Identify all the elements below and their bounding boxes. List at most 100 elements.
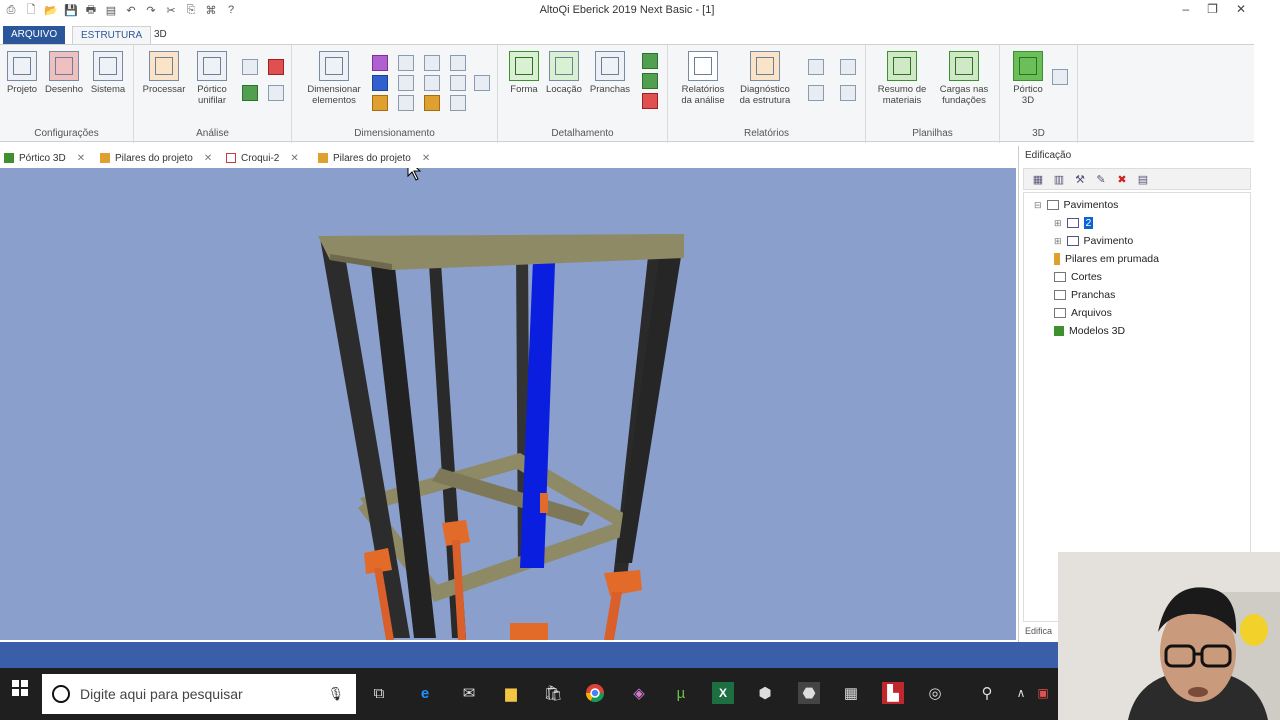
graph-icon[interactable] [242,85,258,101]
tree-icon[interactable] [840,85,856,101]
tray-app-icon[interactable]: ▣ [1032,682,1054,704]
portico-unifilar-icon [197,51,227,81]
wall-icon[interactable] [398,95,414,111]
people-icon[interactable]: ⚲ [976,682,998,704]
excel-icon[interactable]: X [712,682,734,704]
group-label: Planilhas [912,128,953,139]
pdf-icon[interactable]: ▙ [882,682,904,704]
file-explorer-icon[interactable]: ▆ [500,682,522,704]
wrench-icon[interactable]: ⚒ [1072,171,1088,187]
tab-portico-3d[interactable]: Pórtico 3D ✕ [4,149,85,167]
calculator-icon[interactable]: ▦ [840,682,862,704]
dimensionar-button[interactable]: Dimensionar elementos [306,51,362,106]
projeto-button[interactable]: Projeto [0,51,44,95]
tab-pilares-1[interactable]: Pilares do projeto ✕ [100,149,212,167]
tab-3d[interactable]: 3D [146,26,175,45]
close-tab-icon[interactable]: ✕ [77,153,85,164]
delete-icon[interactable]: ✖ [1114,171,1130,187]
processar-button[interactable]: Processar [142,51,186,95]
tab-pilares-2[interactable]: Pilares do projeto ✕ [318,149,430,167]
report-small-icon[interactable] [808,59,824,75]
export-icon[interactable] [840,59,856,75]
close-tab-icon[interactable]: ✕ [290,153,298,164]
close-tab-icon[interactable]: ✕ [204,153,212,164]
link-icon[interactable] [424,55,440,71]
panel-toolbar: ▦ ▥ ⚒ ✎ ✖ ▤ [1023,168,1251,190]
windows-taskbar: Digite aqui para pesquisar 🎙 ⧉ e ✉ ▆ 🛍 ◈… [0,668,1058,720]
report-icon[interactable] [268,85,284,101]
table-small-icon[interactable] [808,85,824,101]
taskbar-search[interactable]: Digite aqui para pesquisar 🎙 [42,674,356,714]
sistema-button[interactable]: Sistema [86,51,130,95]
tree-modelos-3d[interactable]: Modelos 3D [1054,323,1125,339]
mail-icon[interactable]: ✉ [458,682,480,704]
tab-estrutura[interactable]: ESTRUTURA [72,26,152,45]
expand-icon[interactable]: ⊞ [1054,218,1062,229]
column-icon[interactable] [372,95,388,111]
microphone-icon[interactable]: 🎙 [327,686,344,702]
box-app-icon[interactable]: ⬢ [754,682,776,704]
expand-icon[interactable]: ⊞ [1054,236,1062,247]
portico-3d-button[interactable]: Pórtico 3D [1006,51,1050,106]
list-icon[interactable] [242,59,258,75]
tree-floor-2[interactable]: ⊞ 2 [1054,215,1094,231]
tree-pavimento[interactable]: ⊞ Pavimento [1054,233,1133,249]
foundation-icon[interactable] [474,75,490,91]
diagnostico-button[interactable]: Diagnóstico da estrutura [734,51,796,106]
close-tab-icon[interactable]: ✕ [422,153,430,164]
pranchas-button[interactable]: Pranchas [588,51,632,95]
relatorios-analise-button[interactable]: Relatórios da análise [678,51,728,106]
tree-pranchas[interactable]: Pranchas [1054,287,1115,303]
utorrent-icon[interactable]: µ [670,682,692,704]
beam-icon[interactable] [372,55,388,71]
table-icon[interactable] [450,55,466,71]
cargas-fundacoes-button[interactable]: Cargas nas fundações [934,51,994,106]
zoom-icon[interactable] [1052,69,1068,85]
layout-icon[interactable] [642,73,658,89]
tree-pilares-prumada[interactable]: Pilares em prumada [1054,251,1159,267]
close-button[interactable]: ✕ [1236,2,1246,16]
tree-pavimentos[interactable]: ⊟ Pavimentos [1034,197,1118,213]
locacao-button[interactable]: Locação [542,51,586,95]
foundation-hidden [540,493,548,513]
tab-croqui-2[interactable]: Croqui-2 ✕ [226,149,299,167]
tray-chevron-icon[interactable]: ∧ [1010,682,1032,704]
pilar-icon [1054,253,1060,265]
3d-viewport[interactable] [0,168,1016,640]
folder-icon [1054,272,1066,282]
edit-icon[interactable]: ✎ [1093,171,1109,187]
obs-icon[interactable]: ◎ [924,682,946,704]
edge-icon[interactable]: e [414,682,436,704]
add-tool-icon[interactable]: ▥ [1051,171,1067,187]
minimize-button[interactable]: ‒ [1182,2,1189,16]
forma-button[interactable]: Forma [502,51,546,95]
pencil-icon[interactable] [372,75,388,91]
tree-arquivos[interactable]: Arquivos [1054,305,1112,321]
app-icon[interactable]: ◈ [628,682,650,704]
restore-button[interactable]: ❐ [1207,2,1218,16]
portico-unifilar-button[interactable]: Pórtico unifilar [190,51,234,106]
eberick-icon[interactable]: ⬣ [798,682,820,704]
slab-icon[interactable] [398,55,414,71]
ramp-icon[interactable] [450,75,466,91]
pile-icon[interactable] [424,95,440,111]
tab-arquivo[interactable]: ARQUIVO [3,26,66,45]
check-icon[interactable] [268,59,284,75]
properties-icon[interactable]: ▤ [1135,171,1151,187]
store-icon[interactable]: 🛍 [542,682,564,704]
stairs-icon[interactable] [398,75,414,91]
task-view-icon[interactable]: ⧉ [368,682,390,704]
angle-icon[interactable] [450,95,466,111]
tree-cortes[interactable]: Cortes [1054,269,1102,285]
resumo-materiais-button[interactable]: Resumo de materiais [874,51,930,106]
grid-icon[interactable] [642,53,658,69]
block-icon[interactable] [424,75,440,91]
panel-bottom-tab[interactable]: Edifica [1025,626,1052,636]
chrome-icon[interactable] [584,682,606,704]
group-analise: Processar Pórtico unifilar Análise [134,45,292,143]
refresh-icon[interactable] [642,93,658,109]
grid-tool-icon[interactable]: ▦ [1030,171,1046,187]
collapse-icon[interactable]: ⊟ [1034,200,1042,211]
desenho-button[interactable]: Desenho [42,51,86,95]
windows-start-icon[interactable] [12,680,28,696]
